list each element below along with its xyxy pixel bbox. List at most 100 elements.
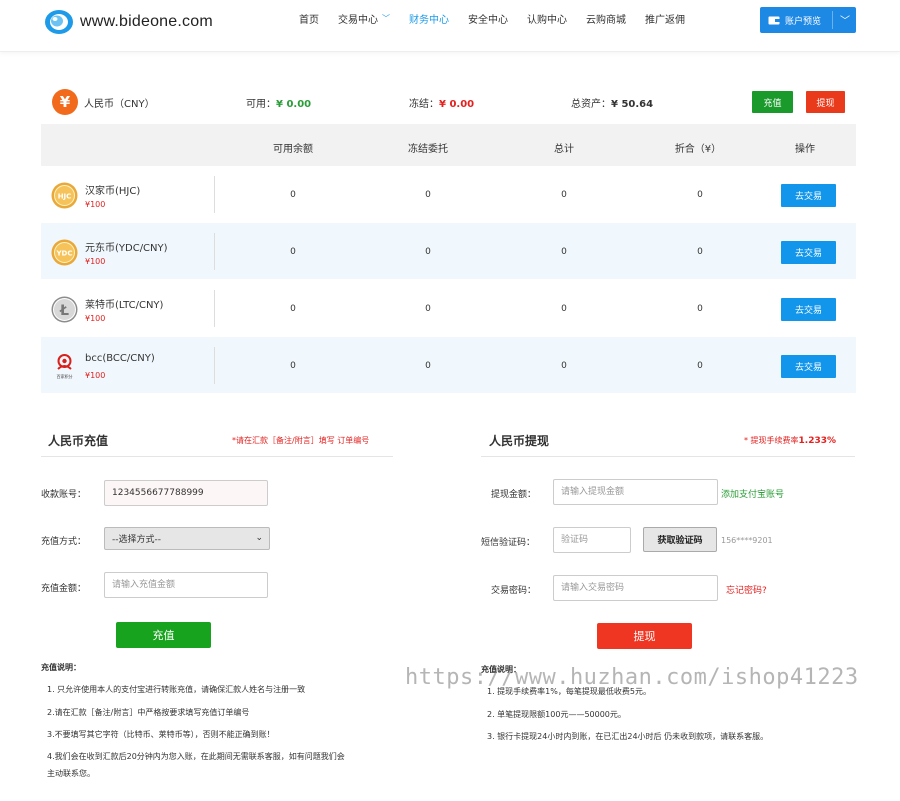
nav-label: 财务中心 bbox=[409, 14, 449, 26]
fee-rate: 1.233% bbox=[798, 436, 837, 446]
nav-label: 云购商城 bbox=[586, 14, 626, 26]
chevron-down-icon[interactable]: ﹀ bbox=[840, 12, 850, 27]
cny-frozen: 冻结：¥ 0.00 bbox=[409, 95, 474, 110]
recharge-note-item: 3.不要填写其它字符（比特币、莱特币等），否则不能正确到账！ bbox=[47, 730, 275, 739]
nav-home[interactable]: 首页 bbox=[299, 11, 319, 26]
receiving-account-field[interactable] bbox=[104, 480, 268, 506]
cny-total: 总资产：¥ 50.64 bbox=[571, 95, 653, 110]
add-alipay-link[interactable]: 添加支付宝账号 bbox=[721, 487, 784, 500]
site-logo[interactable]: www.bideone.com bbox=[44, 9, 213, 35]
cny-summary: ¥ 人民币（CNY） 可用：¥ 0.00 冻结：¥ 0.00 总资产：¥ 50.… bbox=[41, 82, 856, 122]
withdraw-submit-button[interactable]: 提现 bbox=[597, 623, 692, 649]
account-label: 收款账号： bbox=[41, 490, 87, 500]
forgot-password-link[interactable]: 忘记密码? bbox=[726, 583, 767, 596]
withdraw-amount-input[interactable] bbox=[553, 479, 718, 505]
table-row: HJC 汉家币(HJC) ¥100 0 0 0 0 去交易 bbox=[41, 166, 856, 223]
coin-price: ¥100 bbox=[85, 257, 106, 266]
withdraw-note-item: 2. 单笔提现限额100元——50000元。 bbox=[487, 710, 626, 719]
nav-subscription-center[interactable]: 认购中心 bbox=[527, 11, 567, 26]
fee-note: * 提现手续费率1.233% bbox=[744, 435, 836, 446]
coin-price: ¥100 bbox=[85, 200, 106, 209]
coin-name: 汉家币(HJC) bbox=[85, 186, 141, 197]
available-label: 可用： bbox=[246, 99, 276, 110]
total-label: 总资产： bbox=[571, 99, 611, 110]
cell-frozen: 0 bbox=[425, 247, 431, 257]
col-frozen: 冻结委托 bbox=[408, 144, 448, 155]
divider bbox=[214, 290, 215, 327]
nav-label: 首页 bbox=[299, 14, 319, 26]
table-row: 百家积分 bcc(BCC/CNY) ¥100 0 0 0 0 去交易 bbox=[41, 337, 856, 394]
divider bbox=[214, 347, 215, 384]
top-header: www.bideone.com 首页 交易中心 ﹀ 财务中心 安全中心 认购中心 … bbox=[0, 0, 900, 52]
nav-security-center[interactable]: 安全中心 bbox=[468, 11, 508, 26]
divider bbox=[41, 456, 393, 457]
recharge-note: *请在汇款［备注/附言］填写 订单编号 bbox=[232, 436, 370, 445]
button-divider bbox=[832, 11, 833, 29]
col-action: 操作 bbox=[795, 144, 815, 155]
cell-total: 0 bbox=[561, 190, 567, 200]
nav-referral[interactable]: 推广返佣 bbox=[645, 11, 685, 26]
cell-available: 0 bbox=[290, 361, 296, 371]
nav-cloud-mall[interactable]: 云购商城 bbox=[586, 11, 626, 26]
coin-name: 元东币(YDC/CNY) bbox=[85, 243, 168, 254]
coin-name: bcc(BCC/CNY) bbox=[85, 353, 155, 364]
coin-icon-text: 百家积分 bbox=[57, 373, 73, 379]
table-row: Ł 莱特币(LTC/CNY) ¥100 0 0 0 0 去交易 bbox=[41, 280, 856, 337]
cell-converted: 0 bbox=[697, 190, 703, 200]
withdraw-note-item: 1. 提现手续费率1%，每笔提现最低收费5元。 bbox=[487, 687, 651, 696]
cell-frozen: 0 bbox=[425, 361, 431, 371]
cell-total: 0 bbox=[561, 247, 567, 257]
divider bbox=[481, 456, 855, 457]
cell-frozen: 0 bbox=[425, 190, 431, 200]
sms-code-input[interactable] bbox=[553, 527, 631, 553]
nav-label: 安全中心 bbox=[468, 14, 508, 26]
ydc-coin-icon: YDC bbox=[51, 239, 78, 266]
logo-icon bbox=[45, 10, 73, 34]
nav-label: 交易中心 bbox=[338, 14, 378, 26]
frozen-value: ¥ 0.00 bbox=[439, 99, 475, 110]
masked-phone: 156****9201 bbox=[721, 536, 773, 545]
withdraw-button[interactable]: 提现 bbox=[806, 91, 845, 113]
cell-frozen: 0 bbox=[425, 304, 431, 314]
recharge-notes-title: 充值说明： bbox=[41, 663, 81, 672]
recharge-submit-button[interactable]: 充值 bbox=[116, 622, 211, 648]
go-trade-button[interactable]: 去交易 bbox=[781, 298, 836, 321]
go-trade-button[interactable]: 去交易 bbox=[781, 241, 836, 264]
withdraw-notes-title: 充值说明： bbox=[481, 665, 521, 674]
recharge-method-select[interactable]: --选择方式-- ⌄ bbox=[104, 527, 270, 550]
recharge-note-item: 4.我们会在收到汇款后20分钟内为您入账，在此期间无需联系客服，如有问题我们会 bbox=[47, 752, 345, 761]
selected-method: --选择方式-- bbox=[112, 535, 161, 545]
yuan-icon: ¥ bbox=[52, 89, 78, 115]
col-total: 总计 bbox=[554, 144, 574, 155]
recharge-amount-input[interactable] bbox=[104, 572, 268, 598]
trade-password-input[interactable] bbox=[553, 575, 718, 601]
withdraw-amount-label: 提现金额： bbox=[491, 490, 537, 500]
sms-label: 短信验证码： bbox=[481, 538, 536, 548]
col-available: 可用余额 bbox=[273, 144, 313, 155]
cell-converted: 0 bbox=[697, 304, 703, 314]
divider bbox=[214, 233, 215, 270]
divider bbox=[214, 176, 215, 213]
total-value: ¥ 50.64 bbox=[611, 99, 654, 110]
asset-table: 可用余额 冻结委托 总计 折合（¥） 操作 HJC 汉家币(HJC) ¥100 … bbox=[41, 124, 856, 394]
cell-available: 0 bbox=[290, 190, 296, 200]
nav-trade-center[interactable]: 交易中心 ﹀ bbox=[338, 11, 390, 26]
go-trade-button[interactable]: 去交易 bbox=[781, 184, 836, 207]
chevron-down-icon: ⌄ bbox=[255, 533, 263, 543]
nav-finance-center[interactable]: 财务中心 bbox=[409, 11, 449, 26]
get-code-button[interactable]: 获取验证码 bbox=[643, 527, 717, 552]
coin-icon-text: YDC bbox=[55, 250, 72, 258]
recharge-note-item: 2.请在汇款［备注/附言］中严格按要求填写充值订单编号 bbox=[47, 708, 250, 717]
recharge-note-item: 1. 只允许使用本人的支付宝进行转账充值，请确保汇款人姓名与注册一致 bbox=[47, 685, 306, 694]
cell-converted: 0 bbox=[697, 361, 703, 371]
chevron-down-icon: ﹀ bbox=[382, 13, 390, 23]
coin-icon-text: HJC bbox=[58, 193, 72, 201]
hjc-coin-icon: HJC bbox=[51, 182, 78, 209]
account-preview-button[interactable]: 账户预览 ﹀ bbox=[760, 7, 856, 33]
frozen-label: 冻结： bbox=[409, 99, 439, 110]
fee-note-label: * 提现手续费率 bbox=[744, 436, 799, 445]
coin-name: 莱特币(LTC/CNY) bbox=[85, 300, 164, 311]
account-preview-label: 账户预览 bbox=[785, 16, 822, 27]
recharge-button[interactable]: 充值 bbox=[752, 91, 793, 113]
go-trade-button[interactable]: 去交易 bbox=[781, 355, 836, 378]
